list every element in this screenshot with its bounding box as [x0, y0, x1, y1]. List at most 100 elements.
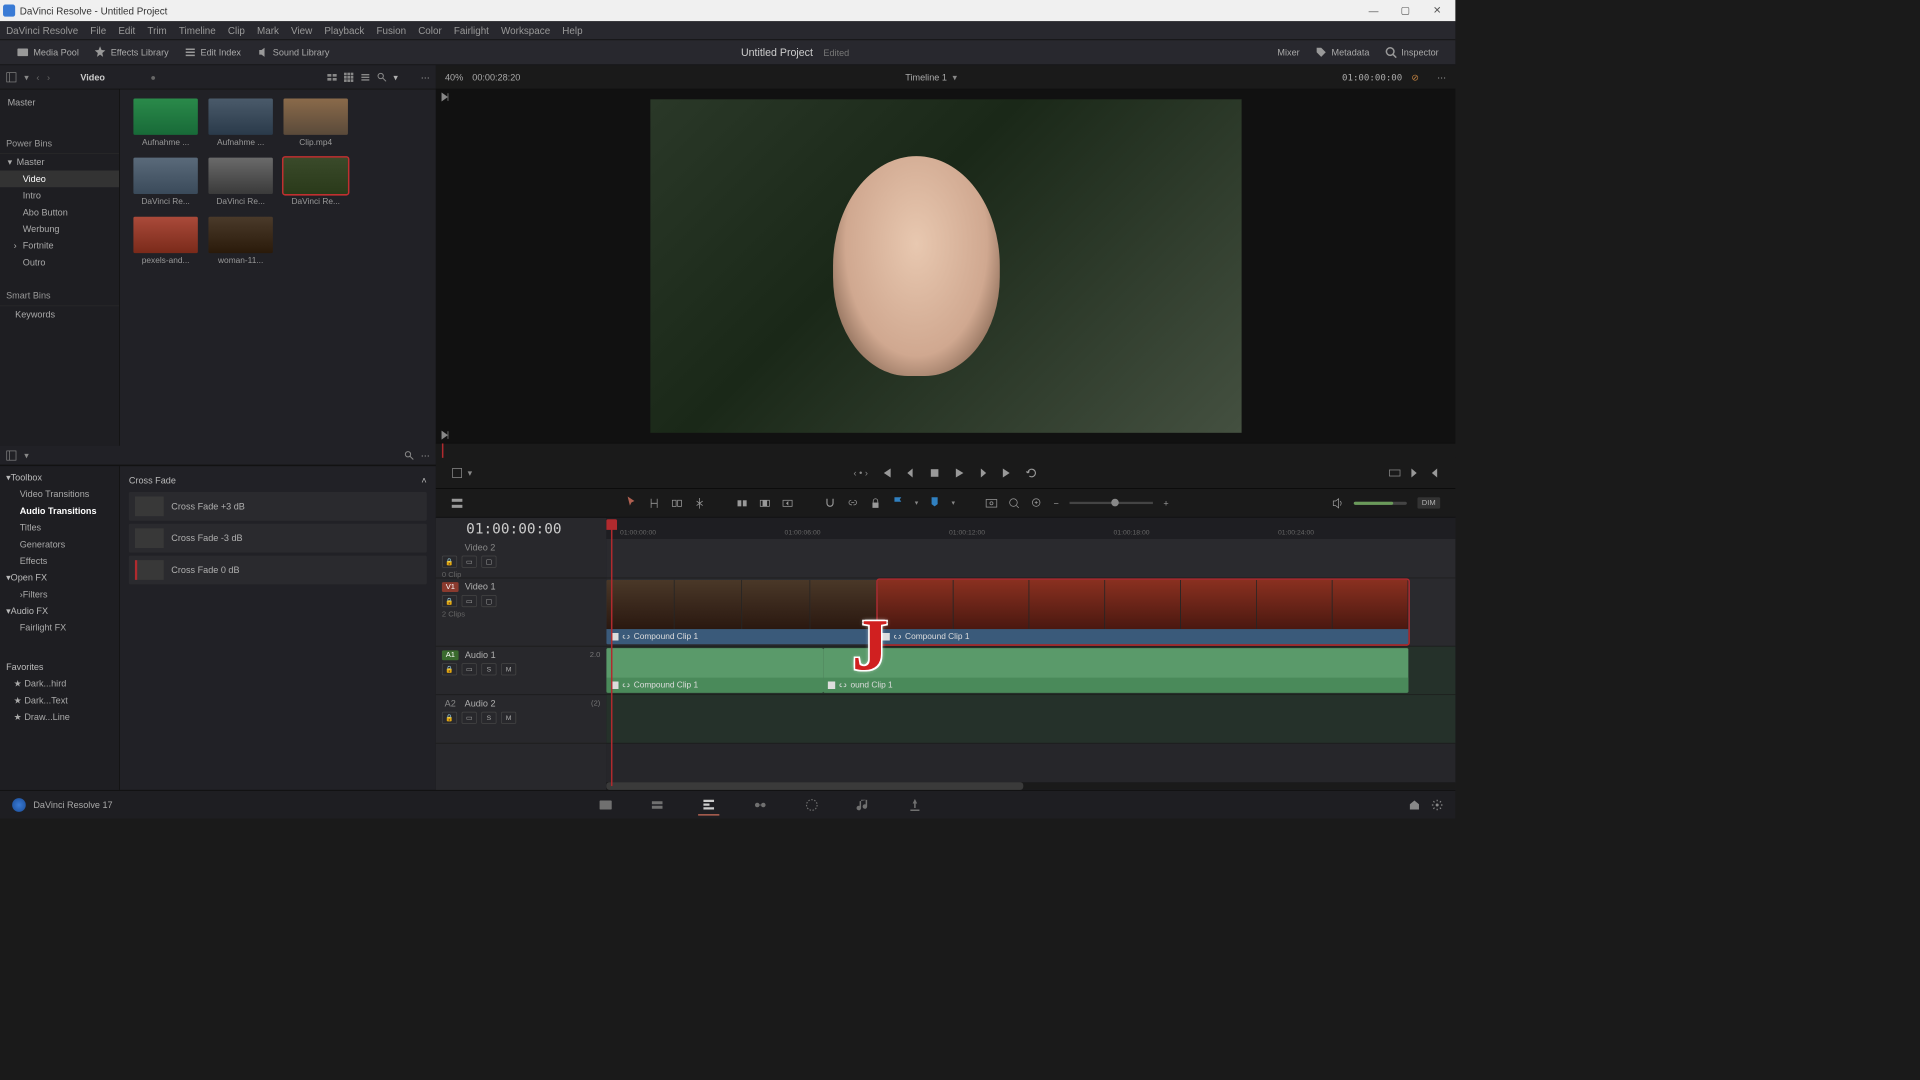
viewer-scrub[interactable]: [436, 443, 1456, 458]
more-icon[interactable]: ⋯: [421, 450, 430, 461]
chevron-down-icon[interactable]: ▾: [24, 72, 29, 83]
view-cards-icon[interactable]: [327, 72, 338, 83]
more-icon[interactable]: ⋯: [421, 72, 430, 83]
tree-master[interactable]: Master: [0, 94, 119, 111]
video-transitions[interactable]: Video Transitions: [0, 486, 119, 503]
solo-button[interactable]: S: [481, 663, 496, 675]
stop-button[interactable]: [929, 467, 941, 479]
timeline-area[interactable]: 01:00:00:00 01:00:06:00 01:00:12:00 01:0…: [606, 518, 1455, 790]
home-icon[interactable]: [1408, 799, 1420, 811]
volume-slider[interactable]: [1354, 501, 1407, 504]
tree-pb-master[interactable]: ▾Master: [0, 154, 119, 171]
tree-keywords[interactable]: Keywords: [0, 306, 119, 323]
media-thumb[interactable]: Aufnahme ...: [208, 99, 272, 148]
audio2-track[interactable]: [606, 695, 1455, 744]
page-fusion[interactable]: [750, 794, 771, 815]
menu-workspace[interactable]: Workspace: [501, 25, 550, 36]
replace-clip-icon[interactable]: [781, 497, 793, 509]
goto-prev-icon[interactable]: [1428, 467, 1440, 479]
page-fairlight[interactable]: [853, 794, 874, 815]
menu-timeline[interactable]: Timeline: [179, 25, 216, 36]
media-thumb[interactable]: DaVinci Re...: [133, 158, 197, 207]
timeline-ruler[interactable]: 01:00:00:00 01:00:06:00 01:00:12:00 01:0…: [606, 518, 1455, 539]
media-thumb[interactable]: Aufnahme ...: [133, 99, 197, 148]
speaker-icon[interactable]: [1331, 497, 1343, 509]
toolbox-header[interactable]: ▾Toolbox: [0, 469, 119, 486]
zoom-to-fit-icon[interactable]: [985, 497, 997, 509]
zoom-percent[interactable]: 40%: [445, 72, 463, 83]
audio-clip[interactable]: ound Clip 1: [823, 648, 1408, 693]
menu-clip[interactable]: Clip: [228, 25, 245, 36]
sort-icon[interactable]: [404, 72, 415, 83]
dynamic-trim-icon[interactable]: [671, 497, 683, 509]
nav-fwd[interactable]: ›: [47, 72, 50, 83]
video-clip[interactable]: Compound Clip 1: [878, 580, 1409, 644]
fx-item[interactable]: Cross Fade -3 dB: [129, 524, 427, 553]
auto-select-icon[interactable]: ▭: [462, 663, 477, 675]
filters[interactable]: ›Filters: [0, 586, 119, 603]
auto-select-icon[interactable]: ▭: [462, 712, 477, 724]
mute-button[interactable]: M: [501, 663, 516, 675]
audio2-header[interactable]: A2Audio 2(2) 🔒▭SM: [436, 695, 607, 744]
openfx-header[interactable]: ▾Open FX: [0, 569, 119, 586]
lock-track-icon[interactable]: 🔒: [442, 556, 457, 568]
tree-video[interactable]: Video: [0, 171, 119, 188]
audio1-header[interactable]: A1Audio 12.0 🔒▭SM: [436, 647, 607, 696]
metadata-toggle[interactable]: Metadata: [1307, 43, 1377, 61]
trim-tool-icon[interactable]: [648, 497, 660, 509]
media-thumb[interactable]: DaVinci Re...: [208, 158, 272, 207]
search-icon[interactable]: [404, 450, 415, 461]
fav-item[interactable]: ★ Dark...hird: [0, 675, 119, 692]
lock-track-icon[interactable]: 🔒: [442, 712, 457, 724]
lock-track-icon[interactable]: 🔒: [442, 663, 457, 675]
tree-fortnite[interactable]: ›Fortnite: [0, 237, 119, 254]
last-frame-button[interactable]: [1001, 467, 1013, 479]
view-list-icon[interactable]: [360, 72, 371, 83]
lock-icon[interactable]: [869, 497, 881, 509]
auto-select-icon[interactable]: ▭: [462, 556, 477, 568]
page-media[interactable]: [595, 794, 616, 815]
media-pool-toggle[interactable]: Media Pool: [9, 43, 86, 61]
menu-edit[interactable]: Edit: [118, 25, 135, 36]
page-cut[interactable]: [647, 794, 668, 815]
menu-fusion[interactable]: Fusion: [376, 25, 406, 36]
maximize-button[interactable]: ▢: [1390, 2, 1420, 20]
nav-back[interactable]: ‹: [36, 72, 39, 83]
page-color[interactable]: [801, 794, 822, 815]
effects-group-header[interactable]: Cross Fade˄: [129, 472, 427, 489]
mixer-toggle[interactable]: Mixer: [1253, 43, 1307, 61]
audiofx-header[interactable]: ▾Audio FX: [0, 603, 119, 620]
mute-button[interactable]: M: [501, 712, 516, 724]
fx-item[interactable]: Cross Fade 0 dB: [129, 556, 427, 585]
timeline-view-options-icon[interactable]: [451, 497, 463, 509]
menu-file[interactable]: File: [90, 25, 106, 36]
next-frame-button[interactable]: [977, 467, 989, 479]
disable-track-icon[interactable]: ▢: [481, 556, 496, 568]
full-extent-icon[interactable]: [1389, 467, 1401, 479]
minimize-button[interactable]: —: [1358, 2, 1388, 20]
zoom-out[interactable]: −: [1054, 498, 1059, 509]
tree-outro[interactable]: Outro: [0, 254, 119, 271]
effects[interactable]: Effects: [0, 553, 119, 570]
media-thumb[interactable]: Clip.mp4: [283, 99, 347, 148]
auto-select-icon[interactable]: ▭: [462, 595, 477, 607]
crop-icon[interactable]: [451, 467, 463, 479]
detail-zoom-icon[interactable]: [1008, 497, 1020, 509]
video2-header[interactable]: Video 2 🔒▭▢ 0 Clip: [436, 539, 607, 578]
video1-track[interactable]: Compound Clip 1 Compound Clip 1: [606, 578, 1455, 646]
audio-clip[interactable]: Compound Clip 1: [606, 648, 823, 693]
loop-button[interactable]: [1026, 467, 1038, 479]
chevron-down-icon[interactable]: ▾: [952, 72, 957, 83]
fav-item[interactable]: ★ Draw...Line: [0, 709, 119, 726]
audio-transitions[interactable]: Audio Transitions: [0, 503, 119, 520]
gear-icon[interactable]: [1431, 799, 1443, 811]
search-icon[interactable]: [377, 72, 388, 83]
tree-werbung[interactable]: Werbung: [0, 221, 119, 238]
goto-next-icon[interactable]: [1408, 467, 1420, 479]
chevron-down-icon[interactable]: ▾: [915, 499, 918, 507]
video-clip[interactable]: Compound Clip 1: [606, 580, 877, 644]
fav-item[interactable]: ★ Dark...Text: [0, 692, 119, 709]
bypass-grade-icon[interactable]: ⊘: [1411, 72, 1419, 83]
overwrite-clip-icon[interactable]: [759, 497, 771, 509]
menu-playback[interactable]: Playback: [324, 25, 364, 36]
